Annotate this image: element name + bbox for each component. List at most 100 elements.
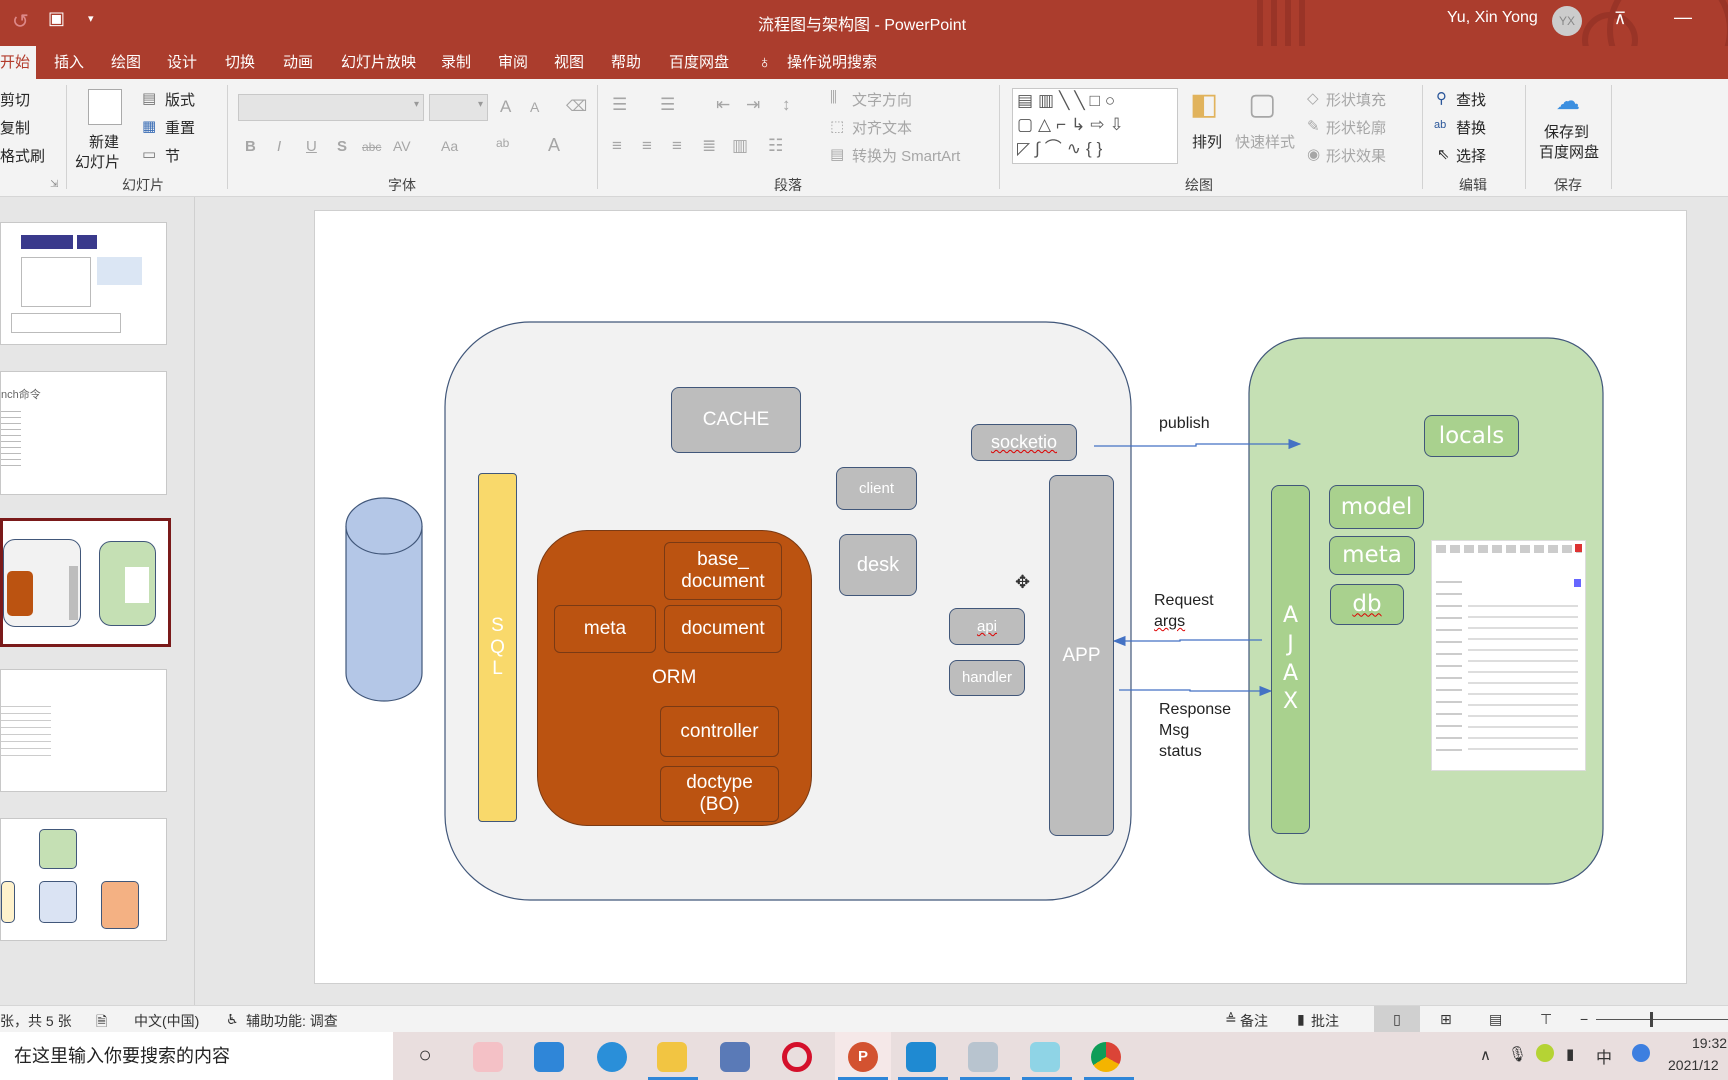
client-box[interactable]: client	[836, 467, 917, 510]
live2d-icon[interactable]	[1030, 1042, 1060, 1072]
handler-box[interactable]: handler	[949, 660, 1025, 696]
dialog-launcher-icon[interactable]: ⇲	[50, 179, 58, 190]
task-manager-icon[interactable]	[968, 1042, 998, 1072]
cache-box[interactable]: CACHE	[671, 387, 801, 453]
normal-view-button[interactable]: ▯	[1374, 1006, 1420, 1032]
slide-thumbnail-2[interactable]: nch命令	[0, 371, 167, 495]
select-button[interactable]: 选择	[1456, 145, 1486, 166]
snipping-icon[interactable]	[473, 1042, 503, 1072]
justify-icon[interactable]: ≣	[702, 136, 716, 156]
accessibility-status[interactable]: 辅助功能: 调查	[246, 1011, 338, 1031]
underline-button[interactable]: U	[306, 138, 317, 155]
sql-layer[interactable]: SQL	[478, 473, 517, 822]
align-right-icon[interactable]: ≡	[672, 136, 682, 156]
tab-baidu[interactable]: 百度网盘	[663, 46, 735, 79]
model-box[interactable]: model	[1329, 485, 1424, 529]
app-box[interactable]: APP	[1049, 475, 1114, 836]
db-box[interactable]: db	[1330, 584, 1404, 625]
clock-date[interactable]: 2021/12	[1668, 1057, 1719, 1073]
file-explorer-icon[interactable]	[657, 1042, 687, 1072]
customize-dropdown-icon[interactable]: ▾	[88, 12, 94, 25]
save-to-baidu-button[interactable]: 保存到	[1544, 121, 1589, 142]
find-button[interactable]: 查找	[1456, 89, 1486, 110]
slide-thumbnail-4[interactable]	[0, 669, 167, 792]
meta-client-box[interactable]: meta	[1329, 536, 1415, 575]
slide-sorter-button[interactable]: ⊞	[1440, 1011, 1452, 1028]
line-spacing-icon[interactable]: ↕	[782, 95, 791, 115]
cortana-icon[interactable]: ○	[410, 1042, 440, 1072]
slideshow-button[interactable]: ⊤	[1540, 1011, 1552, 1028]
bold-button[interactable]: B	[245, 138, 256, 155]
remote-desktop-icon[interactable]	[720, 1042, 750, 1072]
char-spacing-button[interactable]: AV	[393, 138, 411, 154]
shape-outline-button[interactable]: 形状轮廓	[1326, 117, 1386, 138]
align-text-button[interactable]: 对齐文本	[852, 117, 912, 138]
present-from-start-icon[interactable]: ▣	[48, 8, 65, 29]
tab-draw[interactable]: 绘图	[105, 46, 147, 79]
bullets-icon[interactable]: ☰	[612, 95, 627, 115]
tab-view[interactable]: 视图	[548, 46, 590, 79]
format-painter-button[interactable]: 格式刷	[0, 145, 45, 166]
shape-fill-button[interactable]: 形状填充	[1326, 89, 1386, 110]
new-slide-icon[interactable]	[88, 89, 122, 125]
chrome-icon[interactable]	[1091, 1042, 1121, 1072]
shadow-button[interactable]: S	[337, 138, 347, 155]
tab-home[interactable]: 开始	[0, 46, 37, 79]
document-box[interactable]: document	[664, 605, 782, 653]
opera-icon[interactable]	[782, 1042, 812, 1072]
doctype-box[interactable]: doctype (BO)	[660, 766, 779, 822]
base-document-box[interactable]: base_ document	[664, 542, 782, 600]
microphone-icon[interactable]: 🎙	[1508, 1045, 1527, 1063]
reset-button[interactable]: 重置	[165, 117, 195, 138]
distributed-icon[interactable]: ▥	[732, 136, 748, 156]
tab-slideshow[interactable]: 幻灯片放映	[335, 46, 422, 79]
minimize-button[interactable]: —	[1674, 7, 1692, 28]
grow-font-button[interactable]: A	[500, 97, 511, 117]
show-hidden-icons[interactable]: ∧	[1480, 1046, 1491, 1064]
strikethrough-button[interactable]: abc	[362, 140, 381, 154]
tab-help[interactable]: 帮助	[605, 46, 647, 79]
ime-wang-icon[interactable]	[1632, 1044, 1650, 1062]
tab-record[interactable]: 录制	[435, 46, 477, 79]
new-slide-button[interactable]: 新建	[89, 131, 119, 152]
italic-button[interactable]: I	[277, 138, 281, 155]
zoom-slider-thumb[interactable]	[1650, 1012, 1653, 1027]
columns-icon[interactable]: ☷	[768, 136, 783, 156]
desk-box[interactable]: desk	[839, 534, 917, 596]
api-box[interactable]: api	[949, 608, 1025, 645]
battery-icon[interactable]: ▮	[1566, 1045, 1574, 1063]
comments-button[interactable]: 批注	[1311, 1011, 1339, 1031]
user-name[interactable]: Yu, Xin Yong	[1447, 9, 1538, 27]
clear-formatting-icon[interactable]: ⌫	[566, 97, 587, 115]
new-slide-label[interactable]: 幻灯片	[75, 151, 120, 172]
slide-thumbnail-panel[interactable]: nch命令	[0, 197, 195, 1005]
replace-button[interactable]: 替换	[1456, 117, 1486, 138]
layout-button[interactable]: 版式	[165, 89, 195, 110]
arrange-button[interactable]: 排列	[1192, 131, 1222, 152]
ribbon-display-options-icon[interactable]: ⊼	[1614, 9, 1626, 29]
change-case-button[interactable]: Aa	[441, 138, 458, 154]
tray-app-icon[interactable]	[1536, 1044, 1554, 1062]
lightbulb-icon[interactable]: ♁	[752, 46, 778, 79]
copy-button[interactable]: 复制	[0, 117, 30, 138]
clock-time[interactable]: 19:32	[1692, 1035, 1727, 1051]
notes-button[interactable]: 备注	[1240, 1011, 1268, 1031]
shrink-font-button[interactable]: A	[530, 99, 539, 115]
controller-box[interactable]: controller	[660, 706, 779, 757]
section-button[interactable]: 节	[165, 145, 180, 166]
powerpoint-icon[interactable]: P	[848, 1042, 878, 1072]
slide-thumbnail-5[interactable]	[0, 818, 167, 941]
reading-view-button[interactable]: ▤	[1489, 1011, 1502, 1028]
shape-effects-button[interactable]: 形状效果	[1326, 145, 1386, 166]
tell-me-search[interactable]: 操作说明搜索	[781, 46, 883, 79]
font-size-combo[interactable]	[429, 94, 488, 121]
align-left-icon[interactable]: ≡	[612, 136, 622, 156]
highlight-button[interactable]: ab	[496, 136, 509, 150]
tab-transitions[interactable]: 切换	[219, 46, 261, 79]
text-direction-button[interactable]: 文字方向	[852, 89, 912, 110]
slide-thumbnail-1[interactable]	[0, 222, 167, 345]
avatar[interactable]: YX	[1552, 6, 1582, 36]
cut-button[interactable]: 剪切	[0, 89, 30, 110]
locals-box[interactable]: locals	[1424, 415, 1519, 457]
tab-insert[interactable]: 插入	[48, 46, 90, 79]
